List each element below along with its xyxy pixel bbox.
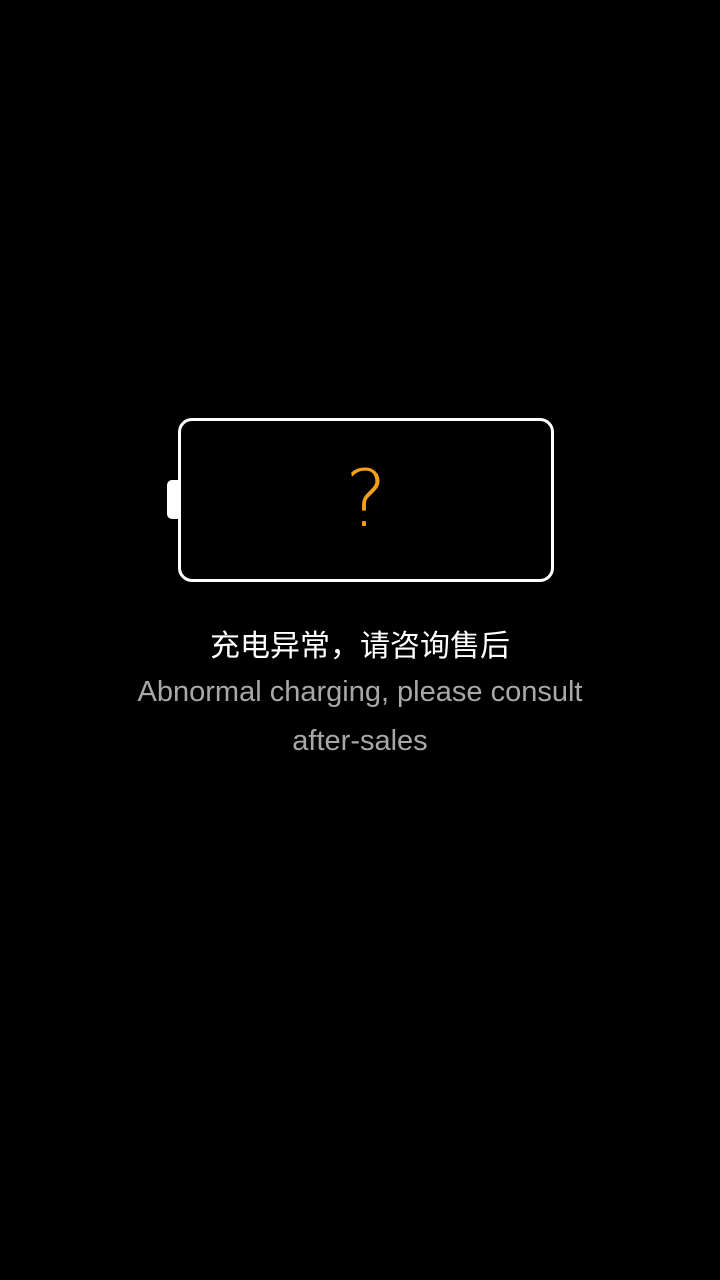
- battery-icon: ?: [178, 418, 554, 582]
- error-message-english: Abnormal charging, please consult after-…: [137, 676, 583, 757]
- error-message-chinese: 充电异常，请咨询售后: [210, 629, 510, 664]
- charging-error-screen: ? 充电异常，请咨询售后 Abnormal charging, please c…: [0, 0, 720, 1280]
- question-mark-icon: ?: [345, 455, 387, 545]
